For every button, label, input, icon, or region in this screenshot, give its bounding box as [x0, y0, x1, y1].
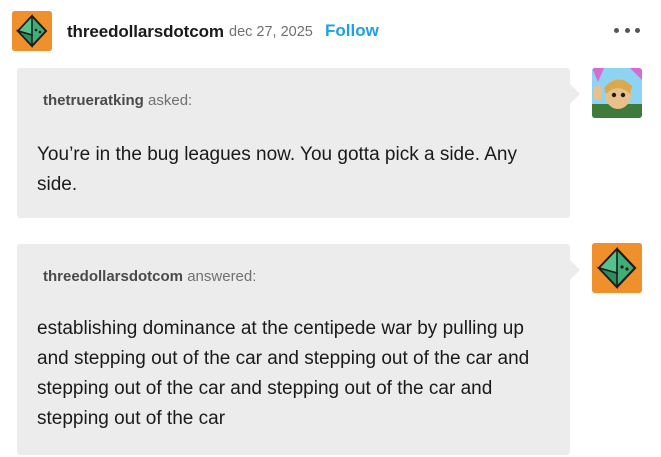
asker-name[interactable]: thetrueratking	[43, 92, 144, 109]
post-header: threedollarsdotcom dec 27, 2025 Follow	[0, 0, 661, 62]
ask-bubble: thetrueratking asked: You’re in the bug …	[17, 68, 580, 218]
d8-dice-avatar-icon	[592, 243, 642, 293]
answer-bubble: threedollarsdotcom answered: establishin…	[17, 244, 580, 455]
answerer-name[interactable]: threedollarsdotcom	[43, 268, 183, 285]
answerer-line: threedollarsdotcom answered:	[43, 268, 256, 285]
ask-text: You’re in the bug leagues now. You gotta…	[37, 144, 517, 195]
asker-avatar[interactable]	[592, 68, 642, 118]
post: threedollarsdotcom dec 27, 2025 Follow t…	[0, 0, 661, 457]
asker-line: thetrueratking asked:	[43, 92, 192, 109]
dot	[624, 27, 630, 33]
dot	[614, 27, 619, 33]
answerer-avatar[interactable]	[592, 243, 642, 293]
asked-label: asked:	[148, 92, 193, 109]
post-date: dec 27, 2025	[229, 24, 313, 40]
more-options-icon[interactable]	[614, 22, 640, 38]
blog-name-link[interactable]: threedollarsdotcom	[67, 22, 224, 42]
d8-dice-avatar-icon	[12, 11, 52, 51]
dot	[635, 27, 640, 33]
blog-avatar[interactable]	[12, 11, 52, 51]
answered-label: answered:	[187, 268, 257, 285]
cartoon-character-avatar-icon	[592, 68, 642, 118]
follow-button[interactable]: Follow	[325, 21, 379, 41]
answer-text: establishing dominance at the centipede …	[37, 318, 530, 429]
